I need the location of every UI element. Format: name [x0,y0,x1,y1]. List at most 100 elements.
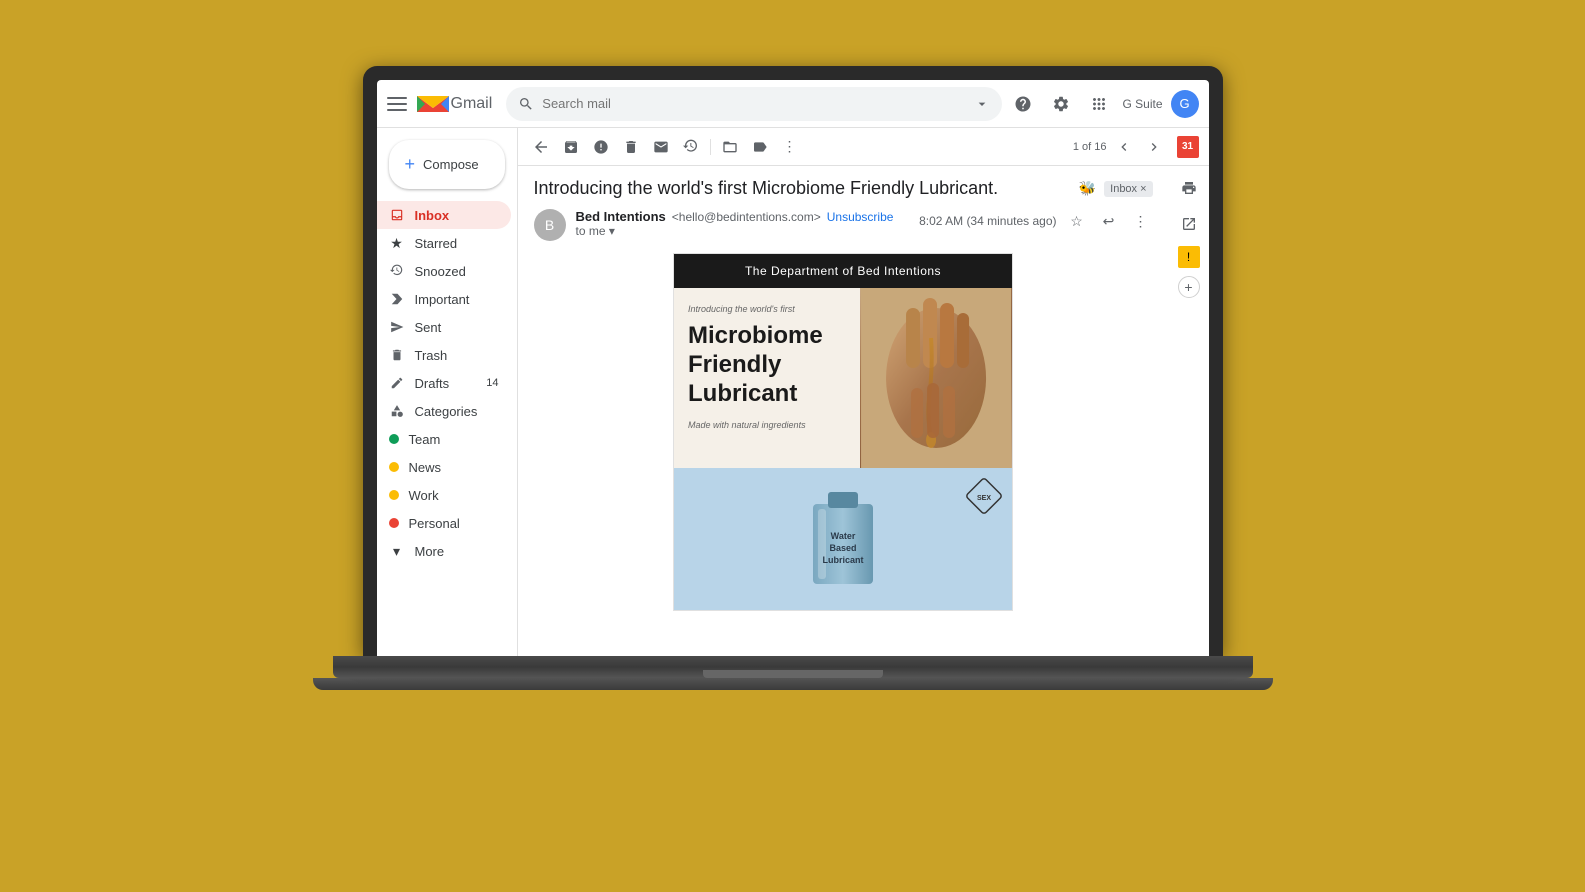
product-badge-svg: SEX [966,478,1002,514]
sidebar-item-news[interactable]: News [377,453,511,481]
settings-icon[interactable] [1046,89,1076,119]
sidebar-item-team[interactable]: Team [377,425,511,453]
laptop-base [333,656,1253,678]
personal-label: Personal [409,516,460,531]
important-icon [389,291,405,307]
apps-icon[interactable] [1084,89,1114,119]
team-dot [389,434,399,444]
help-icon[interactable] [1008,89,1038,119]
drafts-icon [389,375,405,391]
spam-button[interactable] [588,134,614,160]
newsletter-made-with: Made with natural ingredients [688,420,846,430]
more-email-options[interactable]: ⋮ [1129,209,1153,233]
personal-dot [389,518,399,528]
sidebar-item-work[interactable]: Work [377,481,511,509]
sent-icon [389,319,405,335]
gmail-container: Gmail [377,80,1209,656]
starred-label: Starred [415,236,458,251]
inbox-tag[interactable]: Inbox × [1104,181,1152,197]
drafts-label: Drafts [415,376,450,391]
prev-email-button[interactable] [1111,134,1137,160]
folder-button[interactable] [717,134,743,160]
work-label: Work [409,488,439,503]
news-dot [389,462,399,472]
snoozed-label: Snoozed [415,264,466,279]
sidebar-item-inbox[interactable]: Inbox [377,201,511,229]
hands-visual [860,288,1012,468]
user-avatar[interactable]: G [1171,90,1199,118]
sidebar-item-personal[interactable]: Personal [377,509,511,537]
email-time: 8:02 AM (34 minutes ago) [919,214,1056,228]
laptop-screen: Gmail [377,80,1209,656]
badge-text: SEX [977,495,991,502]
gmail-main: + Compose Inbox ★ Starred [377,128,1209,656]
trash-icon [389,347,405,363]
email-subject: Introducing the world's first Microbiome… [534,178,1071,199]
toolbar-right: 1 of 16 [1073,134,1167,160]
back-button[interactable] [528,134,554,160]
search-icon [518,96,534,112]
toolbar-sep1 [710,139,711,155]
newsletter-section1: Introducing the world's first Microbiome… [674,288,1012,468]
email-body: The Department of Bed Intentions Introdu… [534,253,1153,611]
email-view: Introducing the world's first Microbiome… [518,166,1169,656]
svg-text:Lubricant: Lubricant [822,555,863,565]
gmail-sidebar: + Compose Inbox ★ Starred [377,128,517,656]
add-panel-button[interactable]: + [1178,276,1200,298]
drafts-badge: 14 [486,377,498,389]
search-bar[interactable] [506,87,1002,121]
archive-button[interactable] [558,134,584,160]
compose-plus-icon: + [405,154,416,175]
email-meta-info: Bed Intentions <hello@bedintentions.com>… [576,209,910,238]
sidebar-item-more[interactable]: ▾ More [377,537,511,565]
newsletter-intro-text: Introducing the world's first [688,304,846,314]
newsletter-header: The Department of Bed Intentions [674,254,1012,288]
snooze-button[interactable] [678,134,704,160]
svg-text:Based: Based [829,543,856,553]
compose-label: Compose [423,157,479,172]
calendar-badge[interactable]: 31 [1177,136,1199,158]
print-icon[interactable] [1175,174,1203,202]
open-new-tab-icon[interactable] [1175,210,1203,238]
newsletter-header-text: The Department of Bed Intentions [745,264,941,278]
sidebar-item-sent[interactable]: Sent [377,313,511,341]
gmail-content: ⋮ 1 of 16 31 [517,128,1209,656]
email-toolbar: ⋮ 1 of 16 31 [518,128,1209,166]
categories-label: Categories [415,404,478,419]
star-email-button[interactable]: ☆ [1065,209,1089,233]
notification-badge[interactable]: ! [1178,246,1200,268]
email-subject-row: Introducing the world's first Microbiome… [534,178,1153,199]
email-right-panel: ! + [1169,166,1209,656]
tube-container: Water Based Lubricant [798,484,888,594]
gmail-topbar: Gmail [377,80,1209,128]
snooze-icon [389,263,405,279]
sidebar-item-important[interactable]: Important [377,285,511,313]
more-label: More [415,544,445,559]
gmail-logo: Gmail [417,92,493,116]
search-dropdown-icon[interactable] [974,96,990,112]
label-button[interactable] [747,134,773,160]
sidebar-item-snoozed[interactable]: Snoozed [377,257,511,285]
email-button[interactable] [648,134,674,160]
sidebar-item-drafts[interactable]: Drafts 14 [377,369,511,397]
next-email-button[interactable] [1141,134,1167,160]
sender-avatar: B [534,209,566,241]
sidebar-item-trash[interactable]: Trash [377,341,511,369]
inbox-tag-label: Inbox [1110,183,1137,195]
newsletter-main-heading: Microbiome Friendly Lubricant [688,322,846,408]
sidebar-item-categories[interactable]: Categories [377,397,511,425]
reply-quick-button[interactable]: ↩ [1097,209,1121,233]
sidebar-item-starred[interactable]: ★ Starred [377,229,511,257]
compose-button[interactable]: + Compose [389,140,505,189]
unsubscribe-link[interactable]: Unsubscribe [827,210,894,224]
more-options-button[interactable]: ⋮ [777,134,803,160]
gmail-m-icon [417,92,449,116]
inbox-tag-close[interactable]: × [1140,183,1146,195]
inbox-icon [389,207,405,223]
search-input[interactable] [542,96,970,111]
star-icon: ★ [389,235,405,251]
bee-icon: 🐝 [1079,180,1096,197]
categories-icon [389,403,405,419]
hamburger-menu-icon[interactable] [387,97,407,111]
delete-button[interactable] [618,134,644,160]
